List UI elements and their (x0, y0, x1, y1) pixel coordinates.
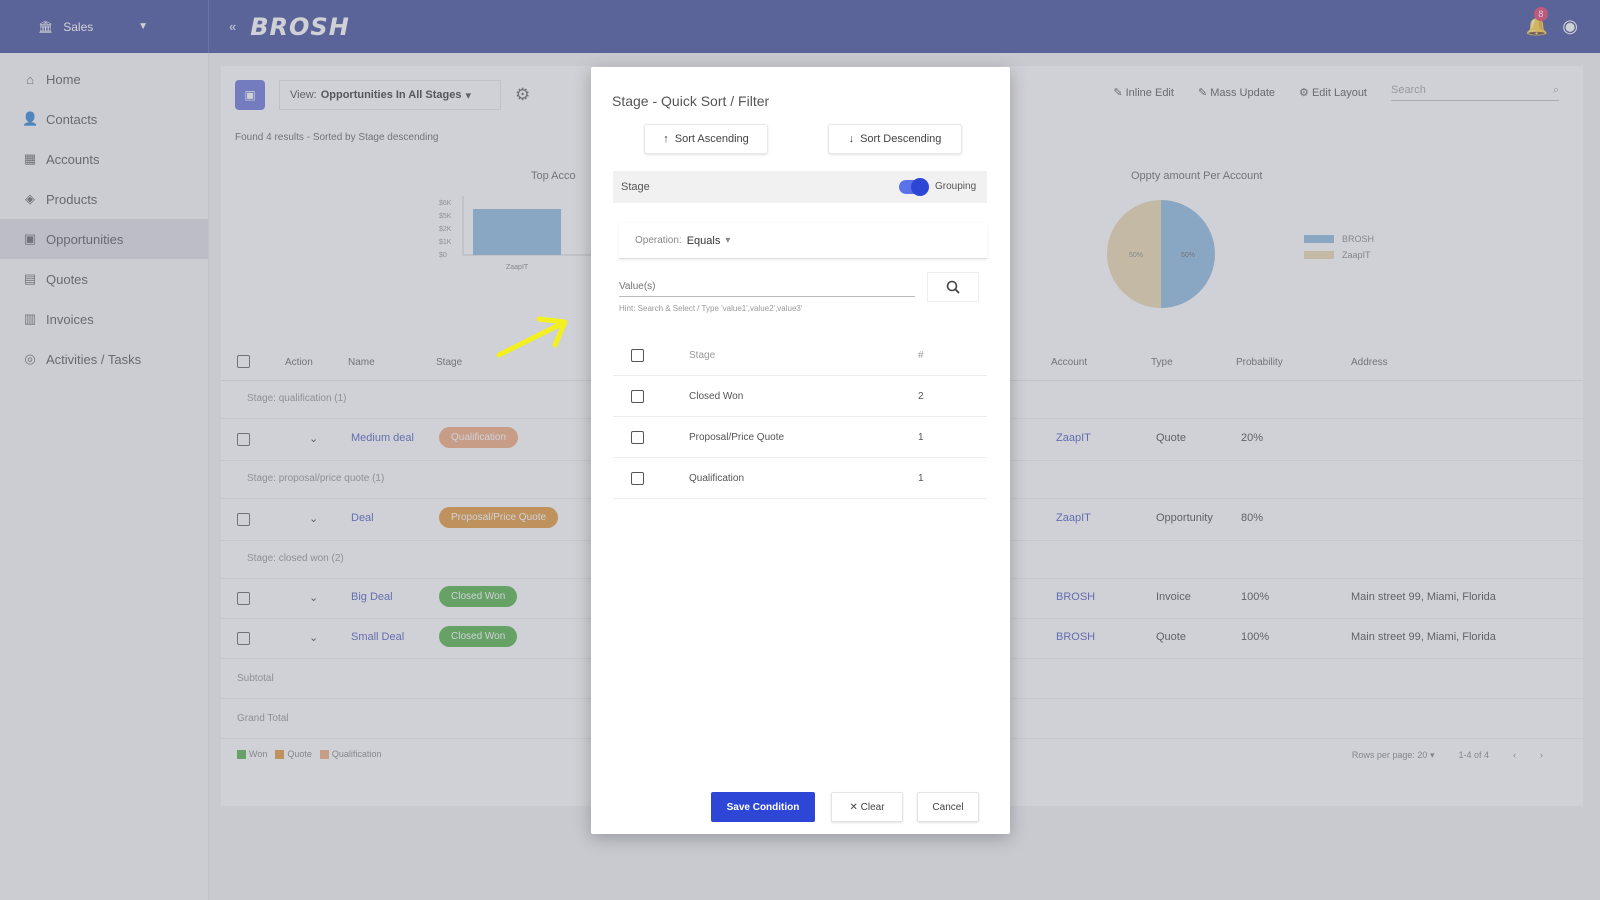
save-condition-button[interactable]: Save Condition (711, 792, 815, 822)
value-count: 2 (918, 390, 924, 402)
operation-select[interactable]: Operation: Equals ▾ (619, 223, 987, 259)
arrow-down-icon: ↓ (848, 133, 855, 145)
list-header: Stage # (613, 335, 987, 376)
list-item[interactable]: Qualification 1 (613, 458, 987, 499)
values-hint: Hint: Search & Select / Type 'value1',va… (619, 304, 803, 313)
clear-label: Clear (860, 801, 885, 813)
list-header-label: Stage (689, 349, 716, 361)
dialog-title: Stage - Quick Sort / Filter (612, 93, 770, 109)
annotation-arrow (496, 316, 568, 358)
quick-sort-filter-dialog: Stage - Quick Sort / Filter ↑ Sort Ascen… (591, 67, 1010, 834)
sort-descending-label: Sort Descending (860, 133, 942, 145)
value-checkbox[interactable] (631, 389, 644, 403)
grouping-row: Stage Grouping (613, 171, 987, 203)
sort-descending-button[interactable]: ↓ Sort Descending (828, 124, 962, 154)
value-label: Closed Won (689, 390, 744, 402)
operation-value: Equals (686, 234, 721, 247)
arrow-up-icon: ↑ (663, 133, 669, 145)
search-values-button[interactable] (927, 272, 979, 302)
value-label: Qualification (689, 472, 745, 484)
sort-ascending-button[interactable]: ↑ Sort Ascending (644, 124, 768, 154)
list-header-count: # (918, 349, 924, 361)
list-item[interactable]: Proposal/Price Quote 1 (613, 417, 987, 458)
select-all-values-checkbox[interactable] (631, 348, 644, 362)
chevron-down-icon: ▾ (725, 235, 731, 246)
clear-button[interactable]: ✕ Clear (831, 792, 903, 822)
cancel-button[interactable]: Cancel (917, 792, 979, 822)
value-checkbox[interactable] (631, 430, 644, 444)
value-count: 1 (918, 472, 924, 484)
value-checkbox[interactable] (631, 471, 644, 485)
close-icon: ✕ (849, 801, 858, 813)
group-field-label: Stage (621, 181, 650, 193)
value-label: Proposal/Price Quote (689, 431, 785, 443)
grouping-label: Grouping (935, 181, 977, 192)
values-list: Stage # Closed Won 2 Proposal/Price Quot… (613, 335, 987, 499)
grouping-toggle[interactable] (899, 178, 929, 196)
operation-label: Operation: (635, 235, 682, 246)
list-item[interactable]: Closed Won 2 (613, 376, 987, 417)
sort-ascending-label: Sort Ascending (674, 133, 749, 145)
values-input[interactable] (619, 277, 915, 297)
value-count: 1 (918, 431, 924, 443)
search-icon (946, 280, 960, 294)
